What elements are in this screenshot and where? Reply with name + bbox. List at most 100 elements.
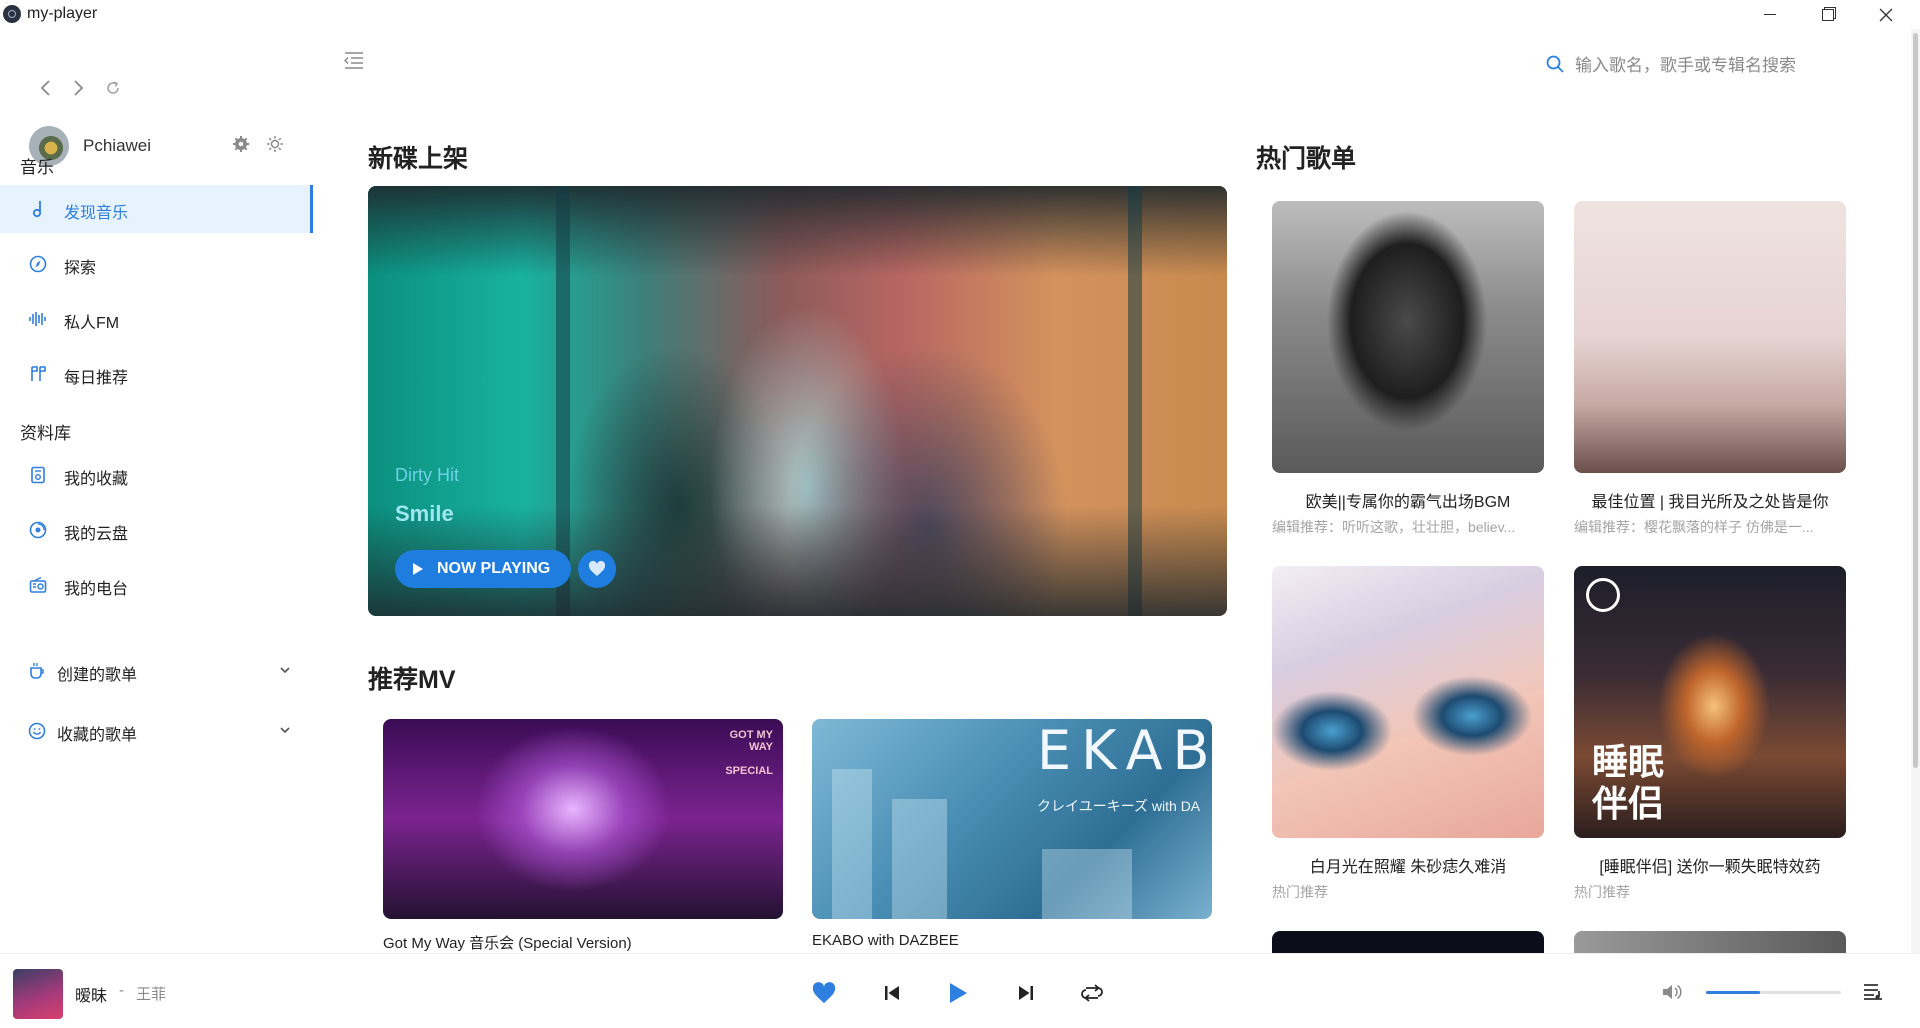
window-title: my-player (27, 5, 98, 22)
theme-sun-icon[interactable] (266, 135, 284, 153)
mv-art-logo: GOT MY WAY SPECIAL (725, 729, 773, 777)
play-button[interactable] (939, 974, 977, 1012)
playlist-title[interactable]: 欧美||专属你的霸气出场BGM (1272, 488, 1544, 512)
sidebar-item-cloud[interactable]: 我的云盘 (0, 506, 313, 554)
mv-thumbnail[interactable]: EKAB クレイユーキーズ with DA (812, 719, 1212, 919)
mv-art-subtext: クレイユーキーズ with DA (1037, 798, 1201, 814)
minimize-button[interactable] (1747, 0, 1793, 29)
banner-shade (368, 186, 1227, 276)
playlist-subtitle: 编辑推荐：樱花飘落的样子 仿佛是一... (1574, 519, 1814, 535)
heart-icon (812, 982, 836, 1003)
close-icon (1879, 8, 1893, 21)
playlist-queue-icon[interactable] (1862, 981, 1884, 1001)
group-label: 收藏的歌单 (57, 727, 138, 744)
search-input[interactable] (1575, 52, 1805, 80)
repeat-icon (1081, 984, 1103, 1002)
fm-wave-icon (29, 312, 46, 326)
heart-icon (588, 560, 606, 576)
repeat-button[interactable] (1073, 974, 1111, 1012)
play-icon (950, 983, 967, 1003)
section-music: 音乐 (20, 158, 54, 177)
created-playlists-group[interactable]: 创建的歌单 (0, 651, 313, 691)
app-logo-icon (3, 5, 21, 23)
now-playing-button[interactable]: NOW PLAYING (395, 550, 571, 588)
compass-icon (29, 255, 47, 273)
chevron-right-icon (74, 80, 84, 96)
sidebar-item-label: 发现音乐 (64, 205, 129, 222)
playlist-title[interactable]: 白月光在照耀 朱砂痣久难消 (1272, 853, 1544, 877)
mv-thumbnail[interactable]: GOT MY WAY SPECIAL (383, 719, 783, 919)
sidebar-item-collection[interactable]: 我的收藏 (0, 451, 313, 499)
mv-art-building (832, 769, 872, 919)
section-library: 资料库 (20, 424, 71, 443)
playlist-cover[interactable] (1574, 201, 1846, 473)
next-button[interactable] (1007, 974, 1045, 1012)
playlist-title[interactable]: 最佳位置 | 我目光所及之处皆是你 (1574, 488, 1846, 512)
radio-icon (29, 576, 47, 593)
title-bar: my-player (0, 0, 1920, 29)
search-icon (1546, 55, 1564, 73)
sidebar-item-daily[interactable]: 每日推荐 (0, 350, 313, 398)
playlist-cover[interactable]: 睡眠 伴侣 (1574, 566, 1846, 838)
collection-icon (31, 466, 45, 484)
mv-heading: 推荐MV (368, 666, 456, 694)
playlist-cover[interactable] (1272, 566, 1544, 838)
cup-icon (30, 663, 44, 679)
cloud-disk-icon (29, 521, 47, 539)
collapse-sidebar-icon[interactable] (343, 51, 365, 69)
group-label: 创建的歌单 (57, 667, 138, 684)
back-button[interactable] (34, 77, 56, 99)
sidebar-item-label: 探索 (64, 260, 97, 277)
now-playing-cover[interactable] (13, 969, 63, 1019)
refresh-button[interactable] (102, 77, 124, 99)
mv-title[interactable]: EKABO with DAZBEE (812, 932, 959, 949)
playlist-cover-partial[interactable] (1272, 931, 1544, 953)
previous-button[interactable] (873, 974, 911, 1012)
sidebar-item-explore[interactable]: 探索 (0, 240, 313, 288)
sidebar-item-label: 我的收藏 (64, 471, 129, 488)
user-profile[interactable]: Pchiawei (29, 126, 299, 166)
cover-art-text: 睡眠 伴侣 (1592, 741, 1665, 824)
mv-art-text: EKAB (1037, 719, 1212, 782)
sidebar-item-radio[interactable]: 我的电台 (0, 561, 313, 609)
chevron-down-icon[interactable] (277, 662, 293, 678)
new-albums-heading: 新碟上架 (368, 145, 469, 173)
hot-playlists-heading: 热门歌单 (1256, 145, 1357, 173)
skip-next-icon (1019, 986, 1033, 1000)
playlist-title[interactable]: [睡眠伴侣] 送你一颗失眠特效药 (1574, 853, 1846, 877)
music-note-icon (32, 201, 42, 218)
playlist-subtitle: 编辑推荐：听听这歌，壮壮胆，believ... (1272, 519, 1516, 535)
sidebar-item-fm[interactable]: 私人FM (0, 295, 313, 343)
gear-icon[interactable] (232, 135, 250, 153)
netease-logo-icon (1586, 578, 1620, 612)
featured-title[interactable]: Smile (395, 501, 454, 527)
sidebar-item-discover[interactable]: 发现音乐 (0, 185, 313, 233)
forward-button[interactable] (68, 77, 90, 99)
playlist-subtitle: 热门推荐 (1574, 884, 1630, 900)
mv-title[interactable]: Got My Way 音乐会 (Special Version) (383, 932, 632, 953)
playlist-cover[interactable] (1272, 201, 1544, 473)
chevron-down-icon[interactable] (277, 722, 293, 738)
daily-flag-icon (31, 366, 46, 381)
collected-playlists-group[interactable]: 收藏的歌单 (0, 711, 313, 751)
mv-art-building (892, 799, 947, 919)
chevron-left-icon (40, 80, 50, 96)
like-song-button[interactable] (805, 974, 843, 1012)
volume-icon[interactable] (1661, 983, 1683, 1001)
like-album-button[interactable] (578, 550, 616, 588)
refresh-icon (107, 81, 119, 94)
close-button[interactable] (1863, 0, 1909, 29)
player-bar: 暧昧 - 王菲 (0, 953, 1920, 1028)
playlist-cover-partial[interactable] (1574, 931, 1846, 953)
maximize-button[interactable] (1805, 0, 1851, 29)
volume-slider[interactable] (1706, 991, 1841, 994)
featured-label[interactable]: Dirty Hit (395, 465, 459, 486)
scrollbar-thumb[interactable] (1913, 33, 1918, 768)
sidebar-item-label: 我的电台 (64, 581, 129, 598)
search-box[interactable] (1545, 52, 1805, 80)
sidebar: Pchiawei 音乐 发现音乐 探索 私人FM 每日推荐 资料库 我的收藏 我… (0, 29, 313, 953)
volume-level (1706, 991, 1760, 994)
featured-album-banner[interactable]: Dirty Hit Smile NOW PLAYING (368, 186, 1227, 616)
now-playing-song[interactable]: 暧昧 (75, 982, 107, 1006)
now-playing-artist[interactable]: 王菲 (136, 983, 166, 1004)
